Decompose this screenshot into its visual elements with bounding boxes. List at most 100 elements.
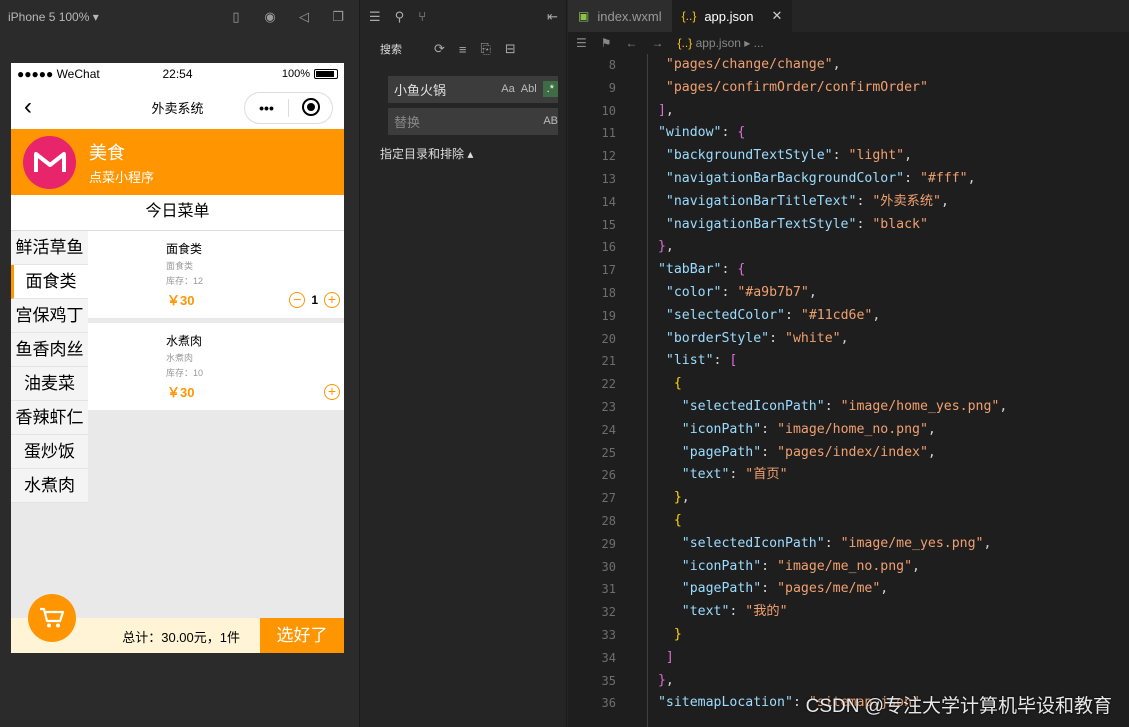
forward-arrow-icon[interactable]: → bbox=[652, 36, 664, 50]
source-control-icon[interactable]: ⑂ bbox=[418, 9, 426, 24]
code-line: 29 "selectedIconPath": "image/me_yes.png… bbox=[601, 535, 992, 551]
json-icon: {..} bbox=[681, 9, 697, 23]
target-icon bbox=[301, 97, 320, 116]
search-query: 小鱼火锅 bbox=[394, 82, 447, 98]
code-line: 20 "borderStyle": "white", bbox=[601, 330, 849, 346]
menu-title: 今日菜单 bbox=[11, 195, 344, 231]
code-line: 12 "backgroundTextStyle": "light", bbox=[601, 148, 913, 164]
simulator-toolbar: iPhone 5 100% ▾ ▯ ◉ ◁ ❐ bbox=[0, 0, 359, 33]
more-icon[interactable]: ••• bbox=[245, 100, 288, 116]
dish-price: ￥30 bbox=[167, 385, 195, 400]
dish-category: 面食类 bbox=[166, 261, 194, 271]
search-input[interactable]: 小鱼火锅 Aa Abl .* bbox=[388, 75, 558, 103]
category-item[interactable]: 香辣虾仁 bbox=[11, 401, 88, 435]
code-line: 11 "window": { bbox=[601, 125, 746, 141]
whole-word-toggle[interactable]: Abl bbox=[521, 83, 537, 95]
regex-toggle[interactable]: .* bbox=[542, 81, 558, 97]
replace-input[interactable]: 替换 AB bbox=[388, 107, 558, 135]
shop-subtitle: 点菜小程序 bbox=[89, 169, 155, 185]
code-line: 17 "tabBar": { bbox=[601, 262, 746, 278]
new-search-editor-icon[interactable]: ⎘ bbox=[481, 41, 491, 57]
record-icon[interactable]: ◉ bbox=[257, 9, 283, 25]
category-item[interactable]: 油麦菜 bbox=[11, 367, 88, 401]
code-line: 13 "navigationBarBackgroundColor": "#fff… bbox=[601, 170, 976, 186]
tab-app-json[interactable]: {..} app.json ✕ bbox=[671, 0, 793, 32]
code-line: 34 ] bbox=[601, 649, 674, 665]
category-item[interactable]: 鱼香肉丝 bbox=[11, 333, 88, 367]
clock: 22:54 bbox=[162, 67, 193, 81]
breadcrumb-path[interactable]: app.json ▸ ... bbox=[696, 36, 764, 50]
code-line: 16 }, bbox=[601, 239, 674, 255]
category-item[interactable]: 鲜活草鱼 bbox=[11, 231, 88, 265]
category-list: 鲜活草鱼 面食类 宫保鸡丁 鱼香肉丝 油麦菜 香辣虾仁 蛋炒饭 水煮肉 bbox=[11, 231, 88, 613]
cart-total: 总计：30.00元，1件 bbox=[122, 630, 240, 645]
dish-card: 水煮肉 水煮肉 库存：10 ￥30 + bbox=[88, 323, 344, 410]
volume-icon[interactable]: ◁ bbox=[291, 9, 317, 25]
simulator-panel: iPhone 5 100% ▾ ▯ ◉ ◁ ❐ ●●●●● WeChat 22:… bbox=[0, 0, 360, 727]
plus-button[interactable]: + bbox=[324, 384, 340, 400]
back-arrow-icon[interactable]: ← bbox=[626, 36, 638, 50]
dish-list: 面食类 面食类 库存：12 ￥30 − 1 + 水煮肉 水煮肉 库存：10 ￥3… bbox=[88, 231, 344, 415]
code-line: 26 "text": "首页" bbox=[601, 467, 788, 483]
shop-banner: 美食 点菜小程序 bbox=[11, 129, 344, 195]
activity-toolbar: ☰ ⚲ ⑂ ⇤ bbox=[361, 0, 566, 33]
category-item[interactable]: 面食类 bbox=[11, 265, 88, 299]
shop-logo bbox=[23, 135, 76, 189]
preserve-case-toggle[interactable]: AB bbox=[543, 115, 558, 127]
code-line: 25 "pagePath": "pages/index/index", bbox=[601, 444, 936, 460]
list-icon[interactable]: ☰ bbox=[576, 36, 587, 50]
code-area[interactable]: 8 "pages/change/change", 9 "pages/confir… bbox=[568, 54, 1129, 727]
device-selector[interactable]: iPhone 5 100% ▾ bbox=[8, 10, 215, 24]
match-case-toggle[interactable]: Aa bbox=[501, 83, 514, 95]
refresh-icon[interactable]: ⟳ bbox=[434, 41, 445, 57]
code-line: 32 "text": "我的" bbox=[601, 604, 788, 620]
plus-button[interactable]: + bbox=[324, 292, 340, 308]
code-line: 24 "iconPath": "image/home_no.png", bbox=[601, 421, 936, 437]
collapse-panel-icon[interactable]: ⇤ bbox=[547, 9, 558, 25]
checkout-button[interactable]: 选好了 bbox=[260, 618, 344, 653]
quantity-value: 1 bbox=[311, 293, 318, 307]
bookmark-icon[interactable]: ⚑ bbox=[601, 36, 612, 50]
clear-results-icon[interactable]: ≡ bbox=[459, 42, 467, 57]
explorer-icon[interactable]: ☰ bbox=[369, 9, 381, 25]
category-item[interactable]: 蛋炒饭 bbox=[11, 435, 88, 469]
watermark: CSDN @专注大学计算机毕设和教育 bbox=[805, 696, 1112, 717]
code-line: 14 "navigationBarTitleText": "外卖系统", bbox=[601, 193, 949, 209]
code-line: 31 "pagePath": "pages/me/me", bbox=[601, 581, 889, 597]
code-line: 22 { bbox=[601, 376, 682, 392]
close-mini-program-button[interactable] bbox=[289, 97, 332, 119]
dish-name: 水煮肉 bbox=[166, 334, 203, 348]
search-icon[interactable]: ⚲ bbox=[395, 9, 405, 25]
status-bar: ●●●●● WeChat 22:54 100% bbox=[11, 63, 344, 85]
code-line: 9 "pages/confirmOrder/confirmOrder" bbox=[608, 79, 928, 95]
code-line: 8 "pages/change/change", bbox=[608, 57, 841, 72]
code-line: 21 "list": [ bbox=[601, 353, 738, 369]
replace-placeholder: 替换 bbox=[394, 114, 421, 130]
shop-name: 美食 bbox=[89, 142, 125, 163]
tab-index-wxml[interactable]: ▣ index.wxml bbox=[568, 0, 672, 32]
dish-name: 面食类 bbox=[166, 242, 203, 256]
nav-bar: ‹ 外卖系统 ••• bbox=[11, 85, 344, 129]
battery-icon bbox=[314, 69, 338, 79]
category-item[interactable]: 宫保鸡丁 bbox=[11, 299, 88, 333]
include-exclude-toggle[interactable]: 指定目录和排除 ▴ bbox=[380, 145, 566, 162]
close-tab-icon[interactable]: ✕ bbox=[771, 8, 782, 24]
category-item[interactable]: 水煮肉 bbox=[11, 469, 88, 503]
phone-icon[interactable]: ▯ bbox=[223, 9, 249, 25]
code-line: 33 } bbox=[601, 626, 682, 642]
window-icon[interactable]: ❐ bbox=[325, 9, 351, 25]
editor-tabs: ▣ index.wxml {..} app.json ✕ bbox=[568, 0, 1129, 32]
dish-card: 面食类 面食类 库存：12 ￥30 − 1 + bbox=[88, 231, 344, 318]
cart-icon bbox=[40, 607, 65, 628]
search-panel: ☰ ⚲ ⑂ ⇤ 搜索 ⟳ ≡ ⎘ ⊟ 小鱼火锅 Aa Abl .* 替换 AB bbox=[361, 0, 567, 727]
phone-screen: ●●●●● WeChat 22:54 100% ‹ 外卖系统 ••• 美食 点菜… bbox=[11, 63, 344, 653]
cart-button[interactable] bbox=[28, 594, 76, 642]
code-line: 27 }, bbox=[601, 490, 690, 506]
m-logo-icon bbox=[33, 152, 66, 172]
minus-button[interactable]: − bbox=[289, 292, 306, 308]
json-icon: {..} bbox=[677, 36, 693, 50]
dish-stock: 库存：10 bbox=[166, 368, 204, 378]
collapse-all-icon[interactable]: ⊟ bbox=[505, 41, 516, 57]
code-line: 18 "color": "#a9b7b7", bbox=[601, 284, 817, 300]
carrier-label: ●●●●● WeChat bbox=[17, 67, 100, 81]
